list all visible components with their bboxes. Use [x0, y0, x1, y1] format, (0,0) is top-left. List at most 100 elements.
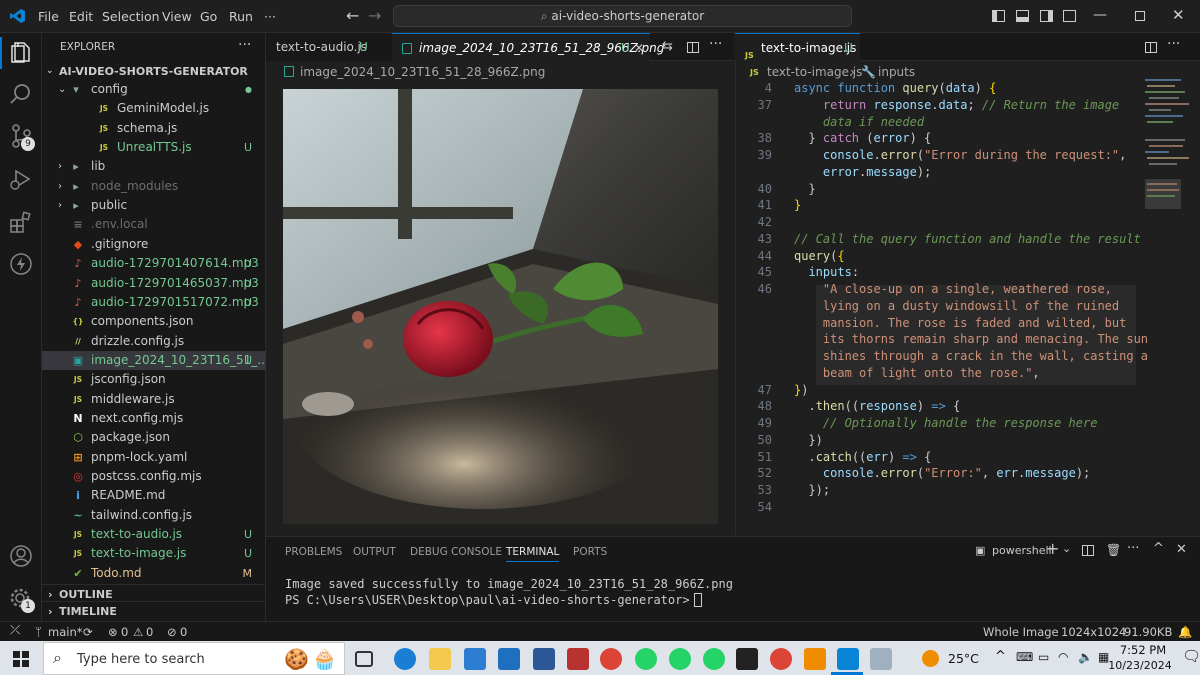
tree-item[interactable]: ◎ postcss.config.mjs [42, 467, 266, 486]
warning-count[interactable]: 0 [146, 625, 153, 639]
network-icon[interactable]: ⌨ [1016, 650, 1033, 664]
code-line[interactable]: 46 "A close-up on a single, weathered ro… [736, 281, 1176, 298]
whatsapp-business-icon[interactable] [669, 648, 691, 670]
tree-item[interactable]: JS text-to-audio.js U [42, 525, 266, 544]
minimize-icon[interactable]: — [1093, 7, 1107, 23]
forward-arrow-icon[interactable]: → [368, 6, 381, 25]
code-line[interactable]: 45 inputs: [736, 264, 1176, 281]
project-root[interactable]: ⌄ AI-VIDEO-SHORTS-GENERATOR [42, 62, 266, 81]
tree-item[interactable]: JS text-to-image.js U [42, 544, 266, 563]
tree-item[interactable]: › ▸ public [42, 196, 266, 215]
tree-item[interactable]: JS middleware.js [42, 390, 266, 409]
more-actions-icon[interactable]: ··· [1127, 541, 1139, 556]
tree-item[interactable]: ▣ image_2024_10_23T16_51_... U [42, 350, 269, 370]
chevron-down-icon[interactable]: ⌄ [1062, 542, 1071, 555]
code-line[interactable]: 50 }) [736, 432, 1176, 449]
code-line[interactable]: 37 return response.data; // Return the i… [736, 97, 1176, 114]
battery-icon[interactable]: ▭ [1038, 650, 1049, 664]
tree-item[interactable]: JS jsconfig.json [42, 370, 266, 389]
tree-item[interactable]: JS schema.js [42, 119, 266, 138]
more-actions-icon[interactable]: ··· [709, 36, 722, 52]
toggle-primary-sidebar-icon[interactable] [992, 10, 1005, 22]
lightning-icon[interactable] [8, 251, 34, 277]
tree-item[interactable]: ◆ .gitignore [42, 235, 266, 254]
code-line[interactable]: beam of light onto the rose.", [736, 365, 1176, 382]
explorer-icon[interactable] [8, 39, 34, 65]
tree-item[interactable]: ⬡ package.json [42, 428, 266, 447]
wifi-icon[interactable]: ◠ [1058, 650, 1068, 664]
toggle-panel-icon[interactable] [1016, 10, 1029, 22]
menu-view[interactable]: View [162, 9, 192, 24]
word-icon[interactable] [533, 648, 555, 670]
weather-temp[interactable]: 25°C [948, 651, 979, 666]
code-line[interactable]: 49 // Optionally handle the response her… [736, 415, 1176, 432]
close-panel-icon[interactable]: ✕ [1176, 542, 1187, 557]
tray-chevron-up-icon[interactable]: ^ [995, 649, 1006, 664]
notifications-icon[interactable]: 🔔 [1178, 625, 1192, 639]
tree-item[interactable]: // drizzle.config.js [42, 332, 266, 351]
code-line[interactable]: lying on a dusty windowsill of the ruine… [736, 298, 1176, 315]
split-editor-icon[interactable] [1145, 42, 1157, 53]
edge-icon[interactable] [394, 648, 416, 670]
more-actions-icon[interactable]: ··· [238, 37, 251, 53]
tab-image-preview[interactable]: image_2024_10_23T16_51_28_966Z.png U ✕ [392, 33, 664, 62]
tree-item[interactable]: ⊞ pnpm-lock.yaml [42, 448, 266, 467]
ports-count[interactable]: 0 [180, 625, 187, 639]
code-line[interactable]: 44 query({ [736, 248, 1176, 265]
task-view-icon[interactable] [355, 651, 373, 667]
sync-icon[interactable]: ⟳ [83, 625, 93, 639]
code-line[interactable]: 38 } catch (error) { [736, 130, 1176, 147]
terminal-prompt[interactable]: PS C:\Users\USER\Desktop\paul\ai-video-s… [285, 593, 702, 607]
clock-time[interactable]: 7:52 PM [1111, 643, 1175, 657]
tree-item[interactable]: ~ tailwind.config.js [42, 506, 266, 525]
panel-tab-output[interactable]: OUTPUT [353, 546, 396, 558]
minimap[interactable] [1141, 79, 1191, 209]
maximize-panel-icon[interactable]: ^ [1153, 541, 1164, 556]
command-center-search[interactable]: ⌕ ai-video-shorts-generator [393, 5, 852, 27]
shell-name[interactable]: powershell [992, 544, 1052, 557]
tree-item[interactable]: {} components.json [42, 312, 266, 331]
chrome-profile-icon[interactable] [770, 648, 792, 670]
tree-item[interactable]: ♪ audio-1729701465037.mp3 U [42, 274, 266, 293]
tree-item[interactable]: ♪ audio-1729701517072.mp3 U [42, 293, 266, 312]
notification-center-icon[interactable]: 🗨 [1182, 647, 1200, 665]
close-window-icon[interactable]: ✕ [1172, 6, 1185, 24]
tree-item[interactable]: ♪ audio-1729701407614.mp3 U [42, 254, 266, 273]
menu-go[interactable]: Go [200, 9, 217, 24]
code-line[interactable]: 54 [736, 499, 1176, 516]
more-actions-icon[interactable]: ··· [1167, 36, 1180, 52]
windows-start-icon[interactable] [13, 651, 29, 667]
trash-icon[interactable]: 🗑 [1106, 543, 1121, 557]
code-line[interactable]: 43 // Call the query function and handle … [736, 231, 1176, 248]
tree-item[interactable]: ✔ Todo.md M [42, 564, 266, 583]
account-icon[interactable] [8, 543, 34, 569]
file-explorer-icon[interactable] [429, 648, 451, 670]
close-tab-icon[interactable]: ✕ [634, 34, 644, 62]
new-terminal-icon[interactable]: + [1046, 539, 1059, 558]
tree-item[interactable]: › ▸ lib [42, 157, 266, 176]
code-line[interactable]: error.message); [736, 164, 1176, 181]
menu-more[interactable]: ··· [264, 9, 276, 24]
weather-sun-icon[interactable] [922, 650, 939, 667]
toggle-secondary-sidebar-icon[interactable] [1040, 10, 1053, 22]
code-line[interactable]: 53 }); [736, 482, 1176, 499]
panel-tab-debug-console[interactable]: DEBUG CONSOLE [410, 546, 502, 558]
tree-item[interactable]: › ▸ node_modules [42, 177, 266, 196]
code-line[interactable]: shines through a crack in the wall, cast… [736, 348, 1176, 365]
code-line[interactable]: 39 console.error("Error during the reque… [736, 147, 1176, 164]
terminal-app-icon[interactable] [736, 648, 758, 670]
clock-date[interactable]: 10/23/2024 [1101, 659, 1179, 672]
whatsapp-icon[interactable] [635, 648, 657, 670]
code-line[interactable]: 4 async function query(data) { [736, 80, 1176, 97]
code-line[interactable]: data if needed [736, 114, 1176, 131]
winrar-icon[interactable] [567, 648, 589, 670]
code-line[interactable]: 42 [736, 214, 1176, 231]
vscode-logo-icon[interactable] [10, 8, 26, 24]
taskbar-search-box[interactable]: ⌕ Type here to search 🍪 🧁 [43, 642, 345, 675]
code-line[interactable]: 47}) [736, 382, 1176, 399]
timeline-section[interactable]: › TIMELINE [42, 601, 266, 620]
code-line[interactable]: 40 } [736, 181, 1176, 198]
code-line[interactable]: mansion. The rose is faded and wilted, b… [736, 315, 1176, 332]
error-count[interactable]: 0 [121, 625, 128, 639]
split-editor-icon[interactable] [687, 42, 699, 53]
